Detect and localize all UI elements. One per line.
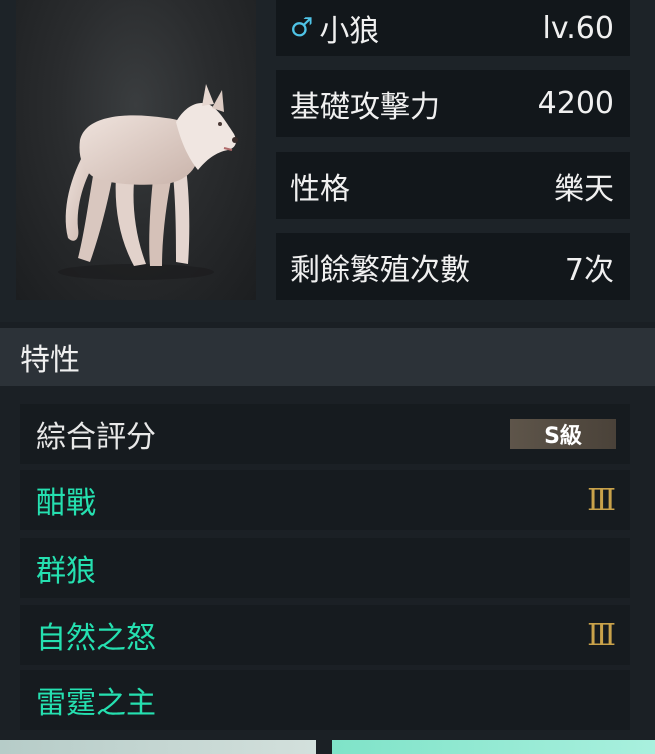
trait-row[interactable]: 自然之怒 Ⅲ [20, 605, 630, 665]
stat-value: 4200 [537, 86, 614, 121]
pet-info-area: ♂ 小狼 lv.60 基礎攻擊力 4200 性格 樂天 剩餘繁殖次數 7次 [0, 0, 655, 322]
trait-name: 自然之怒 [36, 621, 156, 656]
wolf-portrait [16, 0, 256, 300]
pet-name-row: ♂ 小狼 lv.60 [276, 0, 630, 56]
trait-level: Ⅲ [587, 617, 616, 653]
trait-row[interactable]: 雷霆之主 [20, 670, 630, 730]
trait-row[interactable]: 群狼 [20, 538, 630, 598]
pet-level: lv.60 [542, 10, 614, 46]
stat-value: 7次 [564, 252, 614, 288]
stat-value: 樂天 [554, 171, 614, 207]
stat-row-breeding: 剩餘繁殖次數 7次 [276, 233, 630, 300]
stat-label: 性格 [290, 171, 350, 207]
pet-name: 小狼 [319, 14, 380, 49]
trait-level: Ⅲ [587, 482, 616, 518]
grade-badge: S級 [510, 419, 616, 449]
male-gender-icon: ♂ [290, 13, 314, 43]
stat-label: 剩餘繁殖次數 [290, 252, 470, 288]
stat-label: 基礎攻擊力 [290, 89, 440, 125]
trait-row[interactable]: 酣戰 Ⅲ [20, 470, 630, 530]
overall-rating-row[interactable]: 綜合評分 S級 [20, 404, 630, 464]
stat-row-attack: 基礎攻擊力 4200 [276, 70, 630, 137]
trait-name: 酣戰 [36, 486, 96, 521]
section-title: 特性 [20, 343, 80, 378]
stat-row-personality: 性格 樂天 [276, 152, 630, 219]
traits-section-header: 特性 [0, 328, 655, 386]
trait-name: 群狼 [36, 554, 96, 589]
overall-rating-label: 綜合評分 [36, 420, 156, 455]
bottom-left-button[interactable] [0, 740, 316, 754]
bottom-right-button[interactable] [332, 740, 655, 754]
trait-name: 雷霆之主 [36, 686, 156, 721]
